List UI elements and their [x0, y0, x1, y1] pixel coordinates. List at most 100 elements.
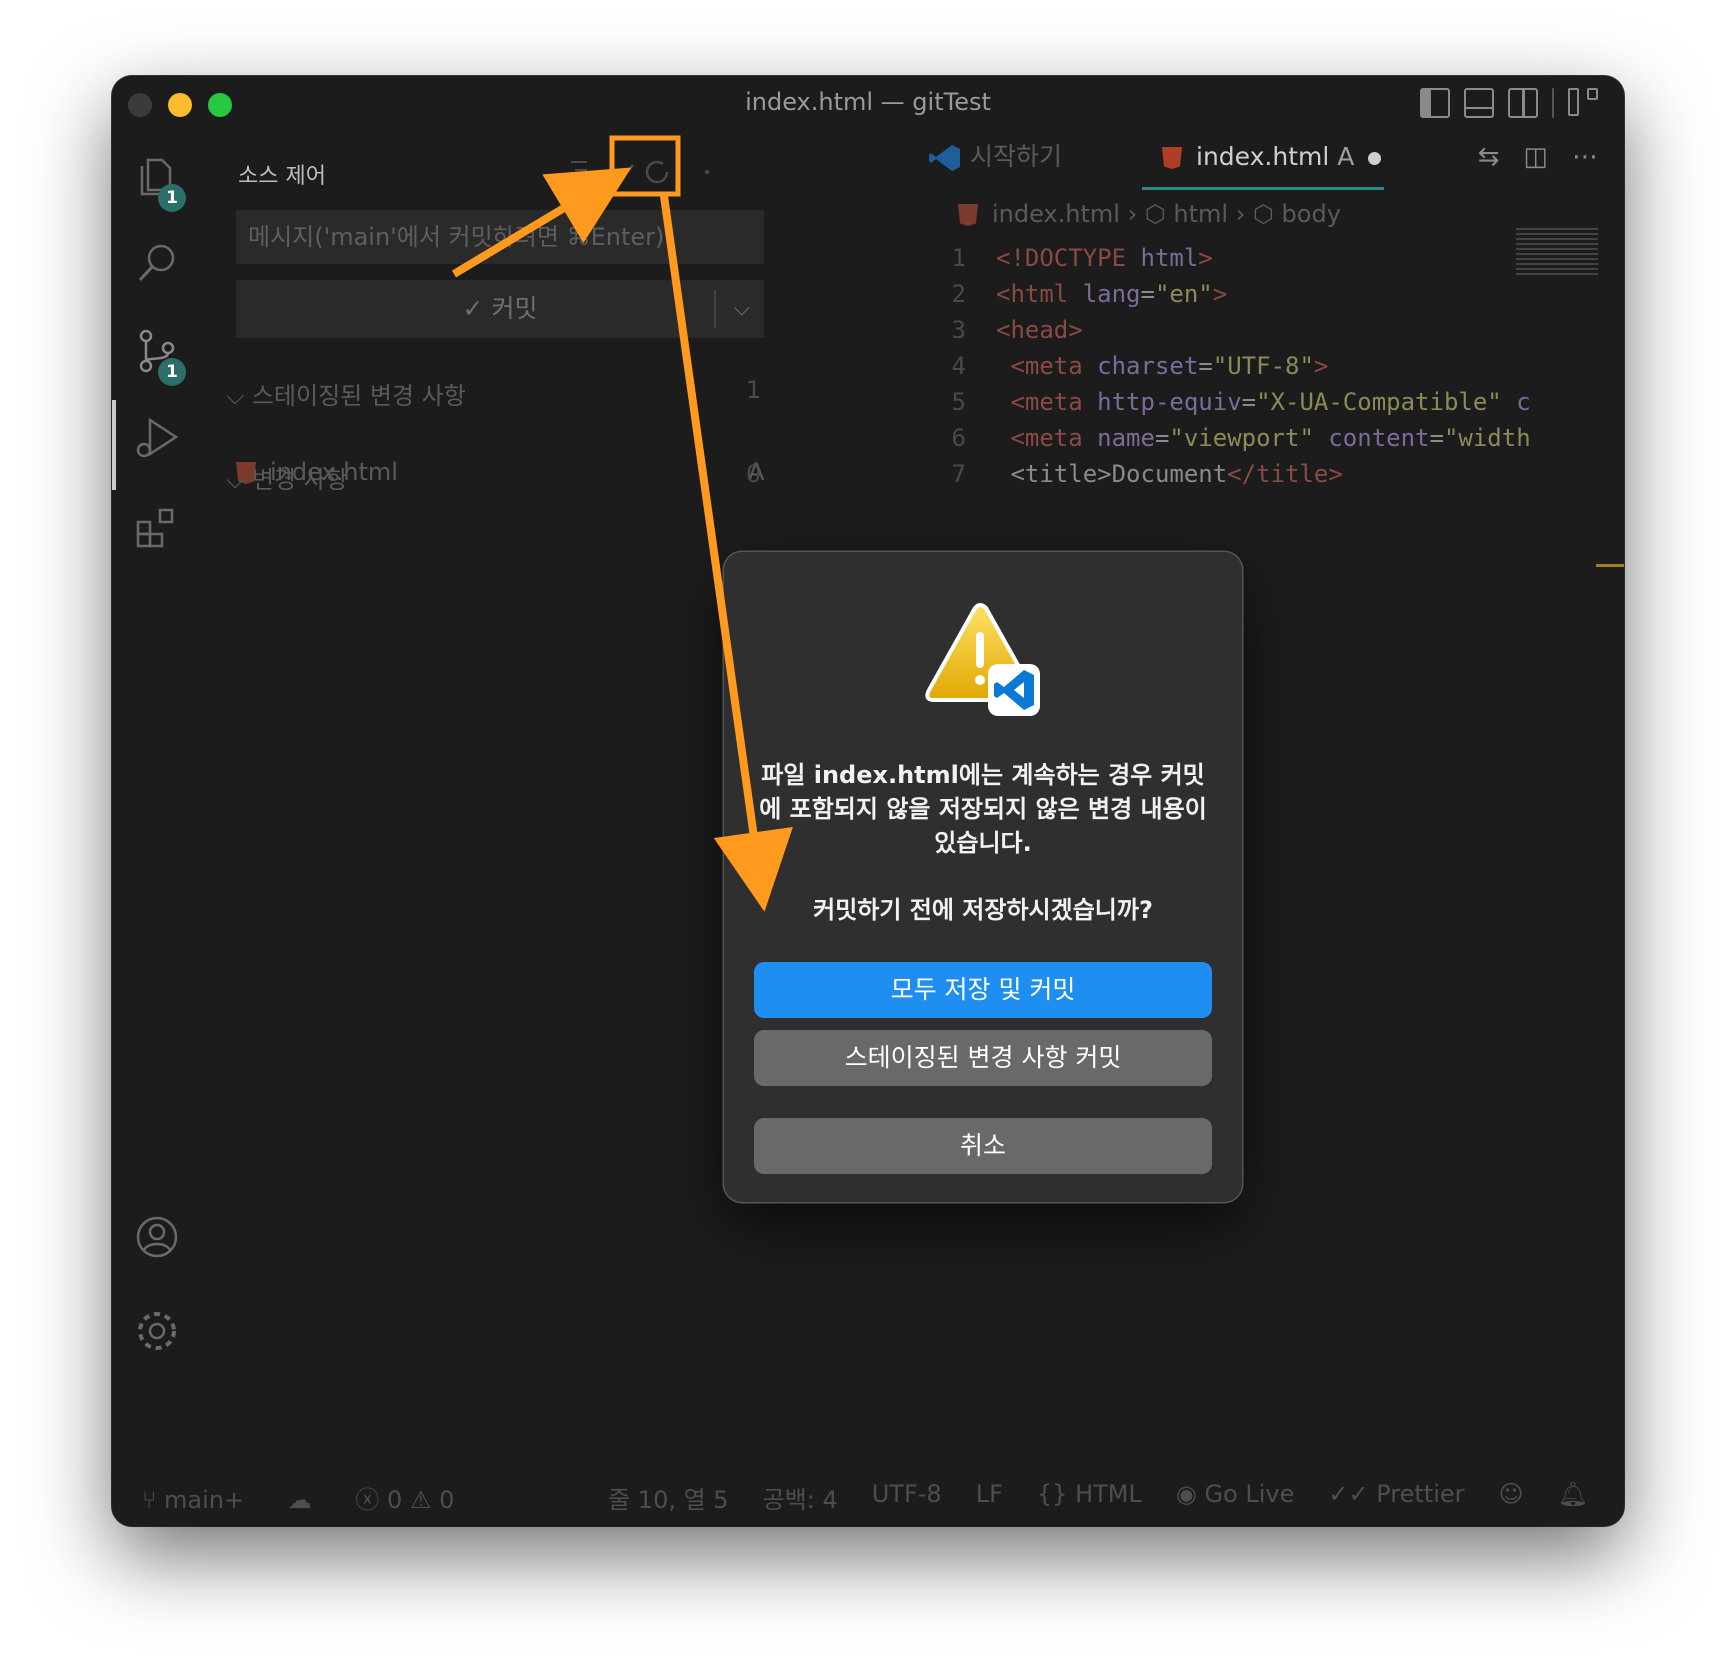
status-bar: ⑂ main+ ☁ ⓧ 0 ⚠ 0 줄 10, 열 5 공백: 4 UTF-8 …	[112, 1472, 1624, 1526]
code-line[interactable]: 7 <title>Document</title>	[932, 456, 1531, 492]
sidebar-title: 소스 제어	[238, 164, 326, 189]
scrollbar-marker	[1596, 564, 1624, 567]
vscode-window: index.html — gitTest 1 1 소스 제어 메시지('main…	[112, 76, 1624, 1526]
code-token: <head>	[996, 316, 1083, 344]
line-number: 2	[951, 280, 966, 308]
save-all-and-commit-button[interactable]: 모두 저장 및 커밋	[754, 962, 1212, 1018]
view-as-tree-icon[interactable]	[571, 161, 587, 179]
cursor-position[interactable]: 줄 10, 열 5	[608, 1480, 728, 1515]
cancel-button[interactable]: 취소	[754, 1118, 1212, 1174]
git-branch-icon: ⑂	[142, 1486, 165, 1514]
toggle-primary-sidebar-icon[interactable]	[1420, 88, 1450, 118]
chevron-down-icon: ⌵	[226, 382, 252, 410]
code-token: lang	[1082, 280, 1141, 308]
tab-getting-started[interactable]: 시작하기	[928, 132, 1062, 190]
chevron-down-icon[interactable]: ⌵	[733, 280, 750, 338]
code-line[interactable]: 3 <head>	[932, 312, 1531, 348]
breadcrumb: index.html › ⬡ html › ⬡ body	[958, 200, 1341, 228]
code-token: html	[1140, 244, 1199, 272]
title-bar: index.html — gitTest	[112, 76, 1624, 132]
commit-button-label: ✓ 커밋	[462, 294, 538, 323]
indentation[interactable]: 공백: 4	[763, 1480, 838, 1515]
commit-check-icon[interactable]	[614, 164, 634, 181]
toggle-panel-icon[interactable]	[1464, 88, 1494, 118]
code-line[interactable]: 5 <meta http-equiv="X-UA-Compatible" c	[932, 384, 1531, 420]
code-line[interactable]: 1 <!DOCTYPE html>	[932, 240, 1531, 276]
go-live-button[interactable]: ◉ Go Live	[1176, 1480, 1295, 1515]
active-indicator	[112, 400, 116, 490]
search-icon[interactable]	[134, 240, 180, 286]
extensions-icon[interactable]	[134, 504, 180, 550]
code-token: =	[1140, 280, 1155, 308]
run-debug-icon[interactable]	[134, 414, 180, 460]
tab-status: A	[1337, 142, 1355, 171]
breadcrumb-body[interactable]: body	[1282, 200, 1341, 228]
warning-count[interactable]: 0	[439, 1486, 454, 1514]
unsaved-dot-icon[interactable]	[1368, 151, 1382, 165]
code-token: >	[1313, 352, 1329, 380]
go-live-label: Go Live	[1204, 1480, 1295, 1508]
chevron-down-icon: ⌵	[226, 466, 252, 494]
code-token: >	[1212, 280, 1228, 308]
changes-section[interactable]: ⌵ 변경 사항 0	[226, 460, 761, 495]
error-count[interactable]: 0	[387, 1486, 402, 1514]
code-token: <meta	[1010, 352, 1098, 380]
notifications-bell-icon[interactable]: 🔔︎	[1558, 1480, 1588, 1515]
warning-icon: ⚠	[409, 1486, 440, 1514]
breadcrumb-file[interactable]: index.html	[992, 200, 1120, 228]
code-line[interactable]: 4 <meta charset="UTF-8">	[932, 348, 1531, 384]
sidebar-toolbar	[571, 160, 712, 184]
tab-index-html[interactable]: index.html A	[1142, 132, 1384, 190]
staged-changes-section[interactable]: ⌵ 스테이징된 변경 사항 1	[226, 376, 761, 411]
breadcrumb-html[interactable]: html	[1173, 200, 1228, 228]
commit-button-divider	[714, 290, 716, 328]
minimap[interactable]	[1516, 228, 1598, 276]
language-mode[interactable]: {} HTML	[1037, 1480, 1142, 1515]
toggle-secondary-sidebar-icon[interactable]	[1508, 88, 1538, 118]
encoding[interactable]: UTF-8	[872, 1480, 942, 1515]
more-actions-icon[interactable]: ⋯	[1572, 142, 1598, 172]
status-bar-left: ⑂ main+ ☁ ⓧ 0 ⚠ 0	[142, 1480, 454, 1515]
status-bar-right: 줄 10, 열 5 공백: 4 UTF-8 LF {} HTML ◉ Go Li…	[608, 1480, 1588, 1515]
code-token: <meta	[1010, 424, 1098, 452]
settings-gear-icon[interactable]	[134, 1308, 180, 1354]
code-token: </title>	[1227, 460, 1343, 488]
accounts-icon[interactable]	[134, 1214, 180, 1260]
commit-staged-changes-button[interactable]: 스테이징된 변경 사항 커밋	[754, 1030, 1212, 1086]
line-number: 3	[951, 316, 966, 344]
split-editor-icon[interactable]: ◫	[1523, 142, 1548, 172]
staged-count: 1	[746, 376, 762, 404]
end-of-line[interactable]: LF	[976, 1480, 1003, 1515]
open-changes-icon[interactable]: ⇆	[1478, 142, 1500, 172]
code-editor[interactable]: 1 <!DOCTYPE html> 2 <html lang="en"> 3 <head>…	[932, 240, 1531, 492]
more-actions-icon[interactable]	[705, 170, 712, 174]
chevron-right-icon: › ⬡	[1127, 200, 1174, 228]
layout-controls	[1420, 88, 1598, 118]
customize-layout-icon[interactable]	[1568, 88, 1598, 118]
code-token: =	[1198, 352, 1213, 380]
feedback-icon[interactable]: ☺	[1499, 1480, 1524, 1515]
commit-button[interactable]: ✓ 커밋 ⌵	[236, 280, 764, 338]
commit-message-input[interactable]: 메시지('main'에서 커밋하려면 ⌘Enter)	[236, 210, 764, 264]
code-token: charset	[1097, 352, 1199, 380]
language-label: HTML	[1075, 1480, 1142, 1508]
html5-file-icon	[958, 204, 978, 226]
prettier-button[interactable]: ✓✓ Prettier	[1328, 1480, 1464, 1515]
scm-badge: 1	[158, 358, 186, 386]
refresh-icon[interactable]	[645, 160, 669, 184]
code-line[interactable]: 2 <html lang="en">	[932, 276, 1531, 312]
sync-cloud-icon[interactable]: ☁	[288, 1486, 312, 1514]
braces-icon: {}	[1036, 1480, 1076, 1508]
code-token: <meta	[1010, 388, 1098, 416]
code-token: http-equiv	[1097, 388, 1242, 416]
double-check-icon: ✓✓	[1328, 1480, 1377, 1508]
code-token: >	[1198, 244, 1213, 272]
code-token: "width	[1443, 424, 1531, 452]
code-line[interactable]: 6 <meta name="viewport" content="width	[932, 420, 1531, 456]
broadcast-icon: ◉	[1175, 1480, 1205, 1508]
branch-indicator[interactable]: main+	[164, 1486, 244, 1514]
error-icon: ⓧ	[355, 1486, 388, 1514]
line-number: 1	[951, 244, 966, 272]
